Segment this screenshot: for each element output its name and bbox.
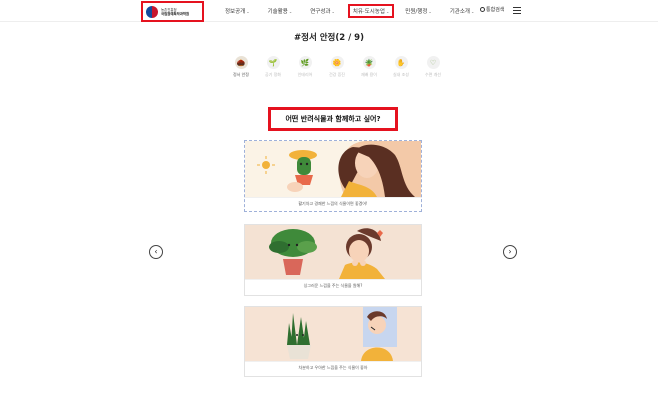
category-label: 건강 증진 bbox=[329, 72, 345, 77]
category-label: 재배 용이 bbox=[361, 72, 377, 77]
nav-label: 기관소개 bbox=[449, 9, 470, 15]
chestnut-icon: 🌰 bbox=[234, 56, 248, 69]
nav-label: 치유·도시농업 bbox=[352, 9, 385, 15]
category-label: 공기 정화 bbox=[265, 72, 281, 77]
herb-icon: 🌿 bbox=[298, 56, 312, 69]
chevron-down-icon: ⌄ bbox=[471, 8, 475, 14]
category-emotional-stability[interactable]: 🌰 정서 안정 bbox=[230, 56, 252, 78]
card-illustration bbox=[245, 225, 421, 279]
question-heading: 어떤 반려식물과 함께하고 싶어? bbox=[268, 107, 398, 131]
plant-option-card-1[interactable]: 활기차고 경쾌한 느낌의 식물이면 좋겠어! bbox=[244, 140, 422, 212]
prev-arrow-button[interactable]: ‹ bbox=[149, 245, 163, 259]
nav-label: 민원/행정 bbox=[405, 9, 428, 15]
nav-item-about[interactable]: 기관소개 ⌄ bbox=[447, 4, 478, 18]
calm-plant-illustration bbox=[245, 307, 421, 361]
chevron-down-icon: ⌄ bbox=[385, 8, 390, 14]
fresh-plant-illustration bbox=[245, 225, 421, 279]
category-interior[interactable]: 🌿 인테리어 bbox=[294, 56, 316, 78]
card-caption: 차분하고 우아한 느낌을 주는 식물이 좋아 bbox=[245, 361, 421, 374]
hand-icon: ✋ bbox=[394, 56, 408, 69]
card-caption: 싱그러운 느낌을 주는 식물을 원해? bbox=[245, 279, 421, 292]
chevron-down-icon: ⌄ bbox=[246, 8, 250, 14]
page: 농촌진흥청 국립원예특작과학원 정보공개 ⌄ 기술활용 ⌄ 연구성과 ⌄ 치유·도시농… bbox=[0, 0, 658, 397]
category-indoor[interactable]: ✋ 실내 조성 bbox=[390, 56, 412, 78]
site-logo[interactable]: 농촌진흥청 국립원예특작과학원 bbox=[141, 1, 204, 22]
government-emblem-icon bbox=[146, 5, 158, 18]
nav-label: 정보공개 bbox=[225, 9, 246, 15]
site-header: 농촌진흥청 국립원예특작과학원 정보공개 ⌄ 기술활용 ⌄ 연구성과 ⌄ 치유·도시농… bbox=[0, 0, 658, 22]
nav-label: 연구성과 bbox=[310, 9, 331, 15]
category-sleep[interactable]: ♡ 수면 개선 bbox=[422, 56, 444, 78]
search-button[interactable]: 통합검색 bbox=[480, 6, 504, 13]
nav-item-technology[interactable]: 기술활용 ⌄ bbox=[265, 4, 296, 18]
sprout-icon: 🌱 bbox=[266, 56, 280, 69]
plant-option-card-2[interactable]: 싱그러운 느낌을 주는 식물을 원해? bbox=[244, 224, 422, 296]
flower-icon: 🌼 bbox=[330, 56, 344, 69]
logo-line-2: 국립원예특작과학원 bbox=[161, 11, 190, 16]
section-title: #정서 안정(2 / 9) bbox=[294, 33, 364, 43]
category-health[interactable]: 🌼 건강 증진 bbox=[326, 56, 348, 78]
nav-label: 기술활용 bbox=[267, 9, 288, 15]
search-label: 통합검색 bbox=[486, 7, 505, 13]
next-arrow-button[interactable]: › bbox=[503, 245, 517, 259]
category-tabs: 🌰 정서 안정 🌱 공기 정화 🌿 인테리어 🌼 건강 증진 🪴 재배 용이 ✋… bbox=[230, 56, 454, 78]
chevron-down-icon: ⌄ bbox=[428, 8, 432, 14]
search-icon bbox=[480, 7, 485, 12]
category-label: 인테리어 bbox=[297, 72, 313, 77]
hamburger-menu-icon[interactable] bbox=[513, 7, 521, 14]
main-nav: 정보공개 ⌄ 기술활용 ⌄ 연구성과 ⌄ 치유·도시농업 ⌄ 민원/행정 ⌄ 기관소개 ⌄ bbox=[222, 4, 477, 18]
card-caption: 활기차고 경쾌한 느낌의 식물이면 좋겠어! bbox=[245, 197, 421, 210]
category-label: 실내 조성 bbox=[393, 72, 409, 77]
card-illustration bbox=[245, 307, 421, 361]
nav-item-urban-agriculture[interactable]: 치유·도시농업 ⌄ bbox=[347, 4, 395, 18]
category-easy-growing[interactable]: 🪴 재배 용이 bbox=[358, 56, 380, 78]
potted-plant-icon: 🪴 bbox=[362, 56, 376, 69]
logo-text: 농촌진흥청 국립원예특작과학원 bbox=[161, 8, 189, 16]
nav-item-civil-service[interactable]: 민원/행정 ⌄ bbox=[402, 4, 434, 18]
cheerful-plant-illustration bbox=[245, 141, 421, 197]
heart-icon: ♡ bbox=[426, 56, 440, 69]
plant-option-card-3[interactable]: 차분하고 우아한 느낌을 주는 식물이 좋아 bbox=[244, 306, 422, 377]
chevron-down-icon: ⌄ bbox=[288, 8, 293, 14]
category-label: 정서 안정 bbox=[233, 72, 249, 77]
card-illustration bbox=[245, 141, 421, 197]
nav-item-research[interactable]: 연구성과 ⌄ bbox=[307, 4, 338, 18]
nav-item-info-disclosure[interactable]: 정보공개 ⌄ bbox=[222, 4, 253, 18]
category-air-purification[interactable]: 🌱 공기 정화 bbox=[262, 56, 284, 78]
chevron-down-icon: ⌄ bbox=[331, 8, 335, 14]
category-label: 수면 개선 bbox=[425, 72, 441, 77]
